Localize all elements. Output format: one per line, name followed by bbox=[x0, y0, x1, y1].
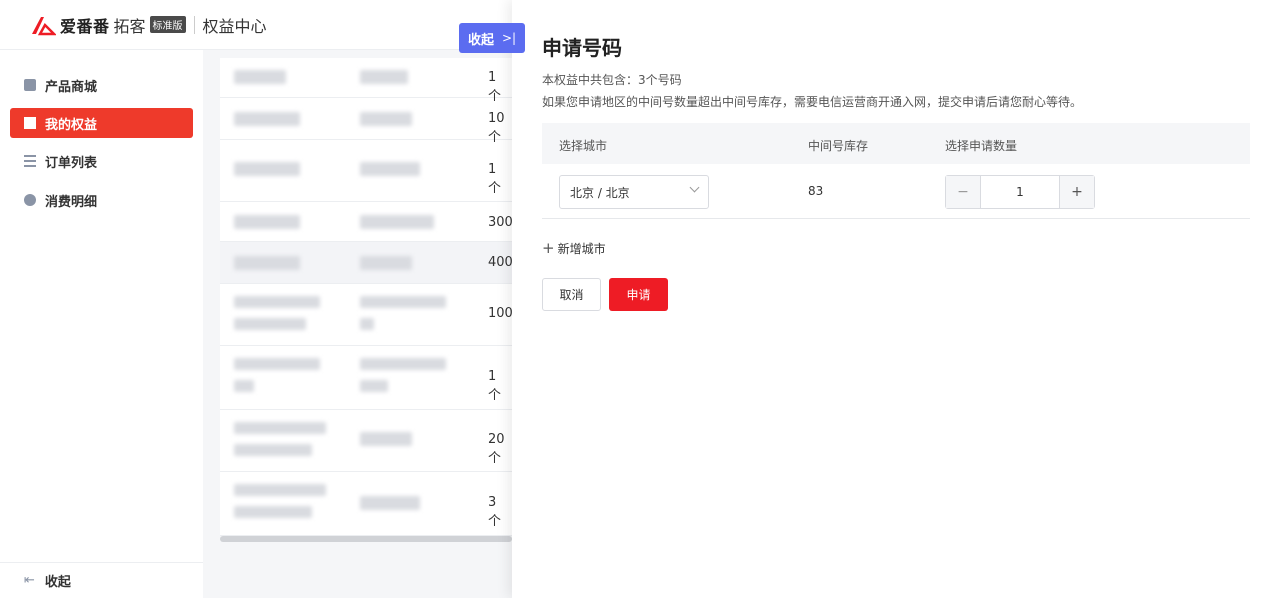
brand-logo-icon bbox=[32, 16, 56, 35]
benefit-count-text: 本权益中共包含：3个号码 bbox=[542, 73, 682, 87]
table-row[interactable]: 1000 bbox=[220, 284, 521, 346]
table-row[interactable]: 3 个 bbox=[220, 472, 512, 536]
cancel-button[interactable]: 取消 bbox=[542, 278, 601, 311]
brand-sub: 拓客 bbox=[113, 16, 146, 36]
page-title: 权益中心 bbox=[202, 16, 267, 36]
blurred-cell bbox=[234, 70, 286, 84]
coin-icon bbox=[24, 194, 36, 206]
chevron-down-icon bbox=[689, 182, 700, 193]
decrement-button[interactable]: − bbox=[946, 176, 981, 208]
sidebar-item-my-benefits[interactable]: 我的权益 bbox=[10, 108, 193, 138]
quantity-cell: 1 个 bbox=[488, 162, 502, 196]
quantity-input[interactable]: 1 bbox=[981, 176, 1059, 208]
brand-name: 爱番番 bbox=[60, 16, 110, 36]
column-header-stock: 中间号库存 bbox=[808, 139, 869, 153]
table-header: 选择城市 中间号库存 选择申请数量 bbox=[542, 123, 1250, 164]
blurred-cell bbox=[234, 506, 312, 518]
collapse-drawer-button[interactable]: 收起 >| bbox=[459, 23, 525, 53]
column-header-city: 选择城市 bbox=[559, 139, 608, 153]
sidebar-item-consumption-details[interactable]: 消费明细 bbox=[10, 185, 193, 215]
add-city-label: 新增城市 bbox=[557, 241, 606, 256]
collapse-left-icon: ⇤ bbox=[24, 573, 35, 588]
app-header: 爱番番 拓客 标准版 权益中心 bbox=[0, 0, 512, 50]
apply-number-drawer: 申请号码 本权益中共包含：3个号码 如果您申请地区的中间号数量超出中间号库存，需… bbox=[512, 0, 1280, 598]
quantity-stepper: − 1 + bbox=[945, 175, 1095, 209]
quantity-cell: 400 bbox=[488, 255, 513, 270]
benefits-table: 1 个 10 个 1 个 3000 400 1000 1 个 20 个 3 个 bbox=[220, 58, 521, 536]
blurred-cell bbox=[360, 112, 412, 126]
blurred-cell bbox=[360, 256, 412, 270]
logo[interactable]: 爱番番 拓客 标准版 bbox=[30, 13, 186, 37]
sidebar-item-product-mall[interactable]: 产品商城 bbox=[10, 70, 193, 100]
blurred-cell bbox=[234, 112, 300, 126]
sidebar-item-label: 我的权益 bbox=[45, 117, 98, 133]
quantity-cell: 20 个 bbox=[488, 432, 505, 466]
sidebar-item-label: 消费明细 bbox=[45, 194, 98, 210]
blurred-cell bbox=[360, 215, 434, 229]
blurred-cell bbox=[234, 296, 320, 308]
table-row: 北京 / 北京 83 − 1 + bbox=[542, 164, 1250, 219]
increment-button[interactable]: + bbox=[1059, 176, 1094, 208]
box-icon bbox=[24, 79, 36, 91]
blurred-cell bbox=[360, 318, 374, 330]
table-row[interactable]: 400 bbox=[220, 242, 513, 284]
blurred-cell bbox=[360, 380, 388, 392]
edition-badge: 标准版 bbox=[149, 16, 186, 33]
sidebar-collapse-button[interactable]: ⇤ 收起 bbox=[0, 562, 203, 598]
sidebar-item-label: 订单列表 bbox=[45, 155, 98, 171]
header-divider bbox=[193, 15, 195, 34]
blurred-cell bbox=[360, 358, 446, 370]
sidebar-item-order-list[interactable]: 订单列表 bbox=[10, 146, 193, 176]
city-select-value: 北京 / 北京 bbox=[570, 185, 630, 200]
list-icon bbox=[24, 155, 36, 167]
add-city-button[interactable]: + 新增城市 bbox=[542, 239, 606, 257]
blurred-cell bbox=[234, 380, 254, 392]
city-select[interactable]: 北京 / 北京 bbox=[559, 175, 709, 209]
table-row[interactable]: 1 个 bbox=[220, 58, 512, 104]
blurred-cell bbox=[360, 496, 420, 510]
blurred-cell bbox=[234, 358, 320, 370]
table-row[interactable]: 20 个 bbox=[220, 410, 512, 472]
table-row[interactable]: 3000 bbox=[220, 202, 521, 242]
blurred-cell bbox=[234, 444, 312, 456]
sidebar-collapse-label: 收起 bbox=[44, 575, 71, 590]
drawer-title: 申请号码 bbox=[542, 36, 622, 60]
bookmark-icon bbox=[24, 117, 36, 129]
table-row[interactable]: 1 个 bbox=[220, 346, 512, 410]
table-row[interactable]: 10 个 bbox=[220, 98, 512, 145]
blurred-cell bbox=[234, 162, 300, 176]
quantity-cell: 3 个 bbox=[488, 495, 502, 529]
blurred-cell bbox=[360, 162, 420, 176]
table-horizontal-scrollbar[interactable] bbox=[220, 536, 512, 542]
table-row[interactable]: 1 个 bbox=[220, 140, 512, 202]
blurred-cell bbox=[360, 70, 408, 84]
blurred-cell bbox=[234, 256, 300, 270]
city-apply-table: 选择城市 中间号库存 选择申请数量 北京 / 北京 83 − 1 + bbox=[542, 123, 1250, 219]
collapse-label: 收起 bbox=[467, 32, 494, 48]
blurred-cell bbox=[360, 432, 412, 446]
plus-icon: + bbox=[542, 239, 555, 257]
stock-value: 83 bbox=[808, 184, 824, 198]
blurred-cell bbox=[234, 215, 300, 229]
quantity-cell: 1 个 bbox=[488, 369, 502, 403]
column-header-quantity: 选择申请数量 bbox=[945, 139, 1018, 153]
blurred-cell bbox=[360, 296, 446, 308]
blurred-cell bbox=[234, 484, 326, 496]
blurred-cell bbox=[234, 422, 326, 434]
apply-button[interactable]: 申请 bbox=[609, 278, 668, 311]
sidebar: 产品商城 我的权益 订单列表 消费明细 ⇤ 收起 bbox=[0, 50, 203, 598]
blurred-cell bbox=[234, 318, 306, 330]
sidebar-item-label: 产品商城 bbox=[45, 79, 98, 95]
collapse-right-icon: >| bbox=[501, 31, 517, 45]
stock-notice-text: 如果您申请地区的中间号数量超出中间号库存，需要电信运营商开通入网，提交申请后请您… bbox=[542, 95, 1083, 109]
